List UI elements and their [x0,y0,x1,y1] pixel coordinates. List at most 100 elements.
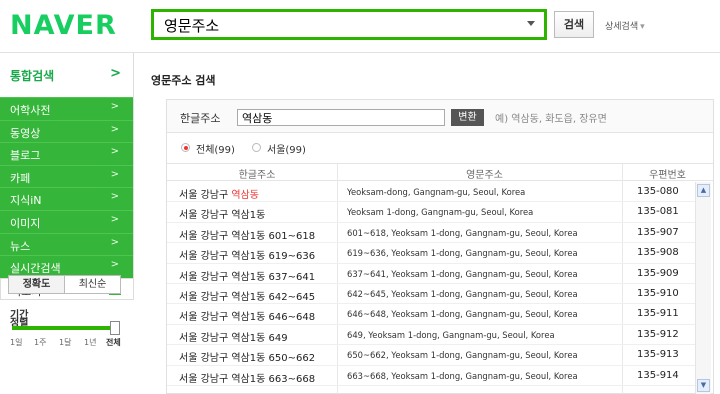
table-row[interactable]: 서울 강남구 역삼동 Yeoksam-dong, Gangnam-gu, Seou… [167,182,695,203]
sidebar-item-label: 뉴스 [10,239,31,253]
korean-address-cell: 서울 강남구 역삼1동 650~662 [179,349,315,364]
period-label: 1일 [10,338,23,347]
sidebar-item-6[interactable]: 뉴스 > [0,232,133,256]
sidebar-item-5[interactable]: 이미지 > [0,209,133,233]
address-panel: 한글주소 변환 예) 역삼동, 화도읍, 장유면 전체(99) 서울(99) 한… [166,99,714,394]
sidebar-item-label: 어학사전 [10,104,51,117]
dropdown-arrow-icon[interactable] [527,21,535,26]
table-row[interactable]: 서울 강남구 역삼1동 650~662 650~662, Yeoksam 1-do… [167,345,695,366]
korean-address-text: 서울 강남구 역삼1동 619~636 [179,251,316,263]
radio-all[interactable] [181,143,190,152]
sidebar-item-3[interactable]: 카페 > [0,164,133,188]
period-label: 1년 [84,338,97,347]
korean-address-cell: 서울 강남구 역삼1동 646~648 [179,308,315,323]
table-row[interactable]: 서울 강남구 역삼1동 646~648 646~648, Yeoksam 1-do… [167,304,695,325]
search-box[interactable] [151,9,547,40]
postal-code-cell: 135-909 [637,267,679,279]
table-row[interactable]: 서울 강남구 역삼1동 619~636 619~636, Yeoksam 1-do… [167,243,695,264]
period-label: 1달 [59,338,72,347]
korean-address-cell: 서울 강남구 역삼1동 [179,206,265,221]
korean-address-label: 한글주소 [180,112,221,125]
korean-address-cell: 서울 강남구 역삼1동 619~636 [179,247,315,262]
postal-code-cell: 135-913 [637,349,679,361]
korean-address-text: 서울 강남구 역삼1동 642~645 [179,292,316,303]
chevron-right-icon: > [110,168,119,180]
sidebar-item-integrated-search[interactable]: 통합검색 > [0,53,134,97]
chevron-right-icon: > [110,191,119,203]
korean-address-input[interactable] [237,109,445,126]
table-row[interactable]: 서울 강남구 역삼1동 649 649, Yeoksam 1-dong, Gang… [167,325,695,346]
page-title: 영문주소 검색 [151,74,216,87]
column-header: 우편번호 [649,170,686,181]
sidebar-item-0[interactable]: 어학사전 > [0,97,133,120]
filter-seoul-label[interactable]: 서울(99) [267,141,306,156]
period-heading: 기간 [10,310,29,321]
region-filter: 전체(99) 서울(99) [167,134,713,162]
table-row[interactable]: 서울 강남구 역삼1동 Yeoksam 1-dong, Gangnam-gu, S… [167,202,695,223]
address-table-body: 서울 강남구 역삼동 Yeoksam-dong, Gangnam-gu, Seou… [167,182,695,394]
naver-logo[interactable]: NAVER [10,10,117,41]
filter-all-label[interactable]: 전체(99) [196,141,235,156]
sidebar-item-label: 통합검색 [10,69,55,83]
sidebar-item-2[interactable]: 블로그 > [0,142,133,165]
sidebar-item-label: 실시간검색 [10,262,61,276]
sidebar-item-1[interactable]: 동영상 > [0,119,133,143]
radio-seoul[interactable] [252,143,261,152]
korean-address-text: 서울 강남구 역삼1동 637~641 [179,271,316,283]
column-header: 한글주소 [238,170,276,181]
korean-address-text: 서울 강남구 역삼1동 649 [179,332,288,344]
table-row[interactable]: 서울 강남구 역삼1동 601~618 601~618, Yeoksam 1-do… [167,223,695,244]
scrollbar[interactable]: ▲ ▼ [695,182,711,394]
sidebar-item-4[interactable]: 지식iN > [0,187,133,210]
korean-address-text: 서울 강남구 역삼1동 650~662 [179,353,316,365]
chevron-right-icon: > [110,213,119,225]
chevron-right-icon: > [110,236,119,248]
table-row[interactable]: 서울 강남구 역삼1동 663~668 663~668, Yeoksam 1-do… [167,366,695,386]
period-slider-handle[interactable] [110,321,120,335]
postal-code-cell: 135-080 [637,186,679,197]
korean-address-cell: 서울 강남구 역삼1동 637~641 [179,268,315,283]
korean-address-text: 서울 강남구 역삼1동 663~668 [179,373,316,385]
english-address-cell: 601~618, Yeoksam 1-dong, Gangnam-gu, Seo… [347,227,578,238]
table-row[interactable]: 서울 강남구 역삼1동 642~645 642~645, Yeoksam 1-do… [167,284,695,305]
korean-address-text: 서울 강남구 역삼1동 [179,210,266,222]
english-address-cell: 619~636, Yeoksam 1-dong, Gangnam-gu, Seo… [347,248,578,259]
english-address-cell: 646~648, Yeoksam 1-dong, Gangnam-gu, Seo… [347,309,578,320]
postal-code-cell: 135-907 [637,226,679,238]
korean-address-cell: 서울 강남구 역삼1동 663~668 [179,370,315,385]
sort-latest-button[interactable]: 최신순 [64,275,121,294]
period-label: 전체 [106,338,121,347]
chevron-right-icon: > [110,146,119,158]
korean-address-cell: 서울 강남구 역삼1동 642~645 [179,288,315,303]
caret-down-icon: ▾ [640,22,645,32]
korean-address-text: 서울 강남구 역삼1동 601~618 [179,230,316,242]
table-row[interactable]: 서울 강남구 역삼1동 637~641 637~641, Yeoksam 1-do… [167,264,695,284]
period-slider-track[interactable] [12,326,120,330]
chevron-right-icon: > [110,259,119,271]
search-highlight: 역삼동 [231,190,259,201]
period-label: 1주 [34,338,47,347]
korean-address-cell: 서울 강남구 역삼1동 601~618 [179,227,315,242]
search-button[interactable]: 검색 [554,11,594,38]
korean-address-text: 서울 강남구 [179,190,232,201]
postal-code-cell: 135-910 [637,288,679,299]
search-input[interactable] [164,15,504,35]
sort-accuracy-button[interactable]: 정확도 [8,275,65,294]
english-address-cell: 642~645, Yeoksam 1-dong, Gangnam-gu, Seo… [347,289,578,299]
korean-address-cell: 서울 강남구 역삼동 [179,186,259,201]
table-header: 한글주소 영문주소 우편번호 [167,163,713,181]
postal-code-cell: 135-911 [637,308,679,320]
scroll-up-icon[interactable]: ▲ [697,184,710,197]
convert-button[interactable]: 변환 [451,109,484,126]
sidebar-item-label: 카페 [10,171,31,185]
korean-address-cell: 서울 강남구 역삼1동 649 [179,329,288,344]
english-address-cell: Yeoksam-dong, Gangnam-gu, Seoul, Korea [347,187,526,197]
sidebar-item-label: 동영상 [10,126,41,140]
english-address-cell: 649, Yeoksam 1-dong, Gangnam-gu, Seoul, … [347,329,555,340]
sidebar-item-label: 블로그 [10,149,41,163]
sidebar-menu: 어학사전 > 동영상 > 블로그 > 카페 > 지식iN > 이미지 > 뉴스 > 실시간검색 > [0,97,134,278]
english-address-cell: 637~641, Yeoksam 1-dong, Gangnam-gu, Seo… [347,268,578,279]
advanced-search-link[interactable]: 상세검색 ▾ [605,19,645,32]
scroll-down-icon[interactable]: ▼ [697,379,710,392]
postal-code-cell: 135-908 [637,247,679,259]
